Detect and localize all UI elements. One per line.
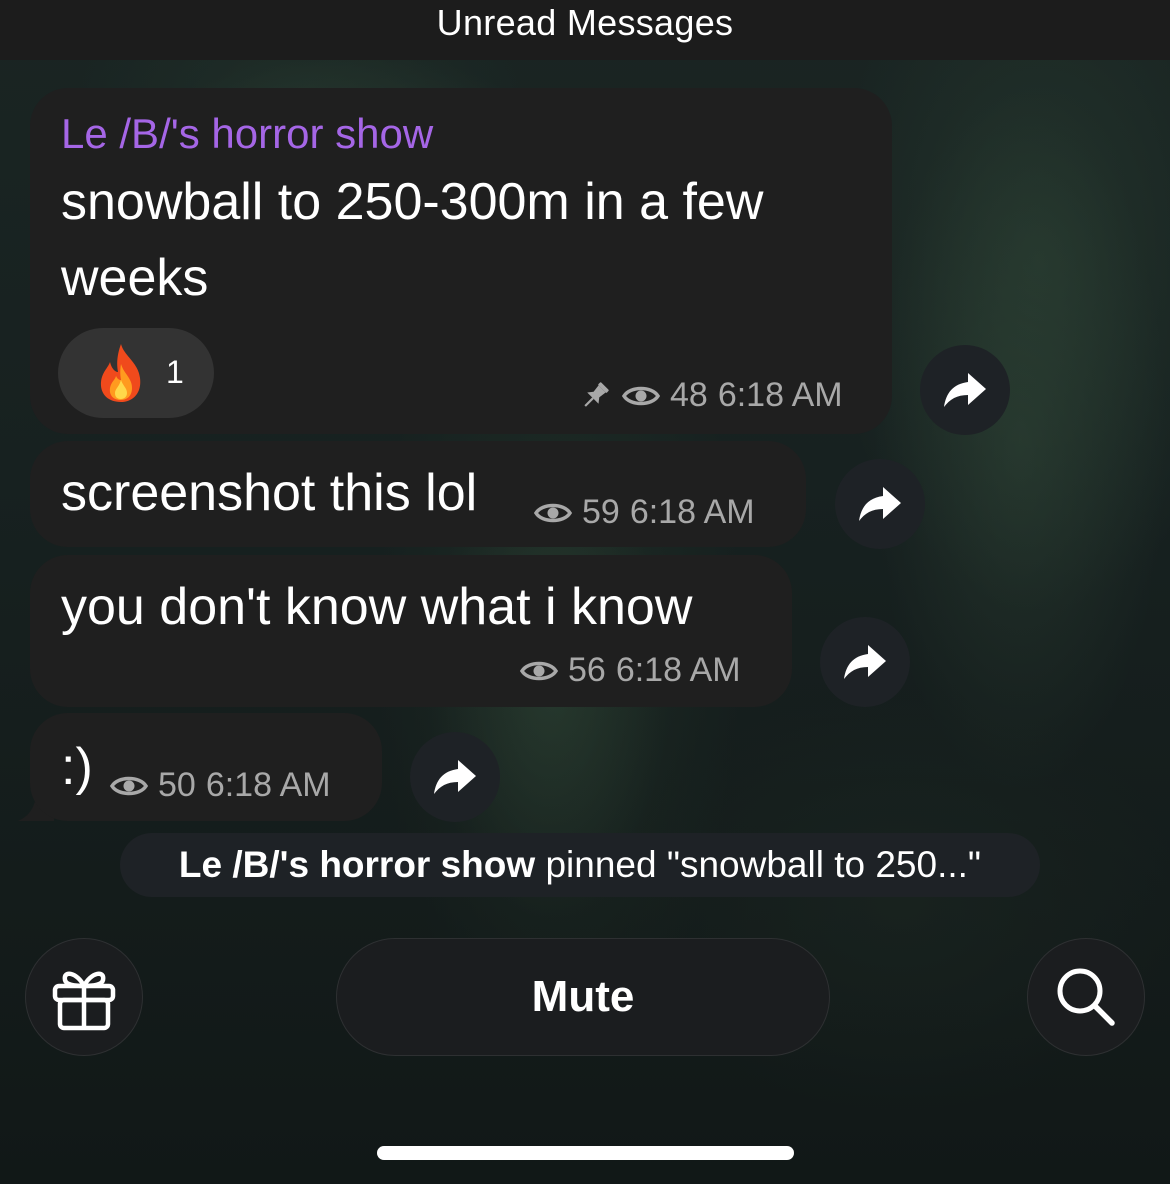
forward-arrow-icon: [944, 373, 986, 407]
forward-button[interactable]: [410, 732, 500, 822]
message-bubble[interactable]: :) 50 6:18 AM: [30, 713, 382, 821]
mute-button[interactable]: Mute: [336, 938, 830, 1056]
message-meta: 48 6:18 AM: [578, 376, 843, 415]
search-button[interactable]: [1027, 938, 1145, 1056]
forward-button[interactable]: [820, 617, 910, 707]
forward-button[interactable]: [835, 459, 925, 549]
message-time: 6:18 AM: [629, 493, 755, 531]
message-meta: 59 6:18 AM: [534, 493, 755, 532]
background-tree: [860, 60, 1170, 820]
message-bubble[interactable]: screenshot this lol 59 6:18 AM: [30, 441, 806, 547]
chat-screen: Unread Messages Le /B/'s horror show sno…: [0, 0, 1170, 1184]
view-count: 50: [158, 766, 196, 804]
forward-arrow-icon: [844, 645, 886, 679]
message-text-line: snowball to 250-300m in a few: [61, 173, 764, 231]
service-actor: Le /B/'s horror show: [178, 844, 536, 885]
message-bubble[interactable]: you don't know what i know 56 6:18 AM: [30, 555, 792, 707]
pin-icon: [584, 381, 609, 407]
message-time: 6:18 AM: [205, 766, 331, 804]
gift-button[interactable]: [25, 938, 143, 1056]
message-meta: 56 6:18 AM: [520, 651, 741, 690]
message-meta: 50 6:18 AM: [110, 766, 331, 805]
gift-icon: [52, 971, 116, 1031]
message-bubble[interactable]: Le /B/'s horror show snowball to 250-300…: [30, 88, 892, 434]
fire-icon: [100, 344, 141, 402]
view-count: 59: [582, 493, 620, 531]
message-time: 6:18 AM: [717, 376, 843, 414]
view-count: 48: [670, 376, 708, 414]
message-text: :): [61, 738, 93, 796]
forward-button[interactable]: [920, 345, 1010, 435]
unread-messages-bar: Unread Messages: [0, 0, 1170, 60]
service-action: pinned "snowball to 250...": [545, 844, 982, 885]
reaction-chip[interactable]: 1: [58, 328, 214, 418]
home-indicator[interactable]: [377, 1146, 794, 1160]
message-text: you don't know what i know: [61, 578, 693, 636]
message-time: 6:18 AM: [615, 651, 741, 689]
forward-arrow-icon: [859, 487, 901, 521]
forward-arrow-icon: [434, 760, 476, 794]
view-count: 56: [568, 651, 606, 689]
eye-icon: [520, 661, 558, 680]
search-icon: [1057, 968, 1115, 1026]
message-text-line: weeks: [61, 249, 209, 307]
reaction-count: 1: [166, 354, 184, 390]
message-text: screenshot this lol: [61, 464, 478, 522]
eye-icon: [110, 776, 148, 795]
eye-icon: [534, 503, 572, 522]
unread-messages-title: Unread Messages: [436, 2, 734, 43]
eye-icon: [622, 386, 660, 405]
sender-name[interactable]: Le /B/'s horror show: [61, 110, 433, 158]
pinned-service-message[interactable]: Le /B/'s horror show pinned "snowball to…: [120, 833, 1040, 897]
